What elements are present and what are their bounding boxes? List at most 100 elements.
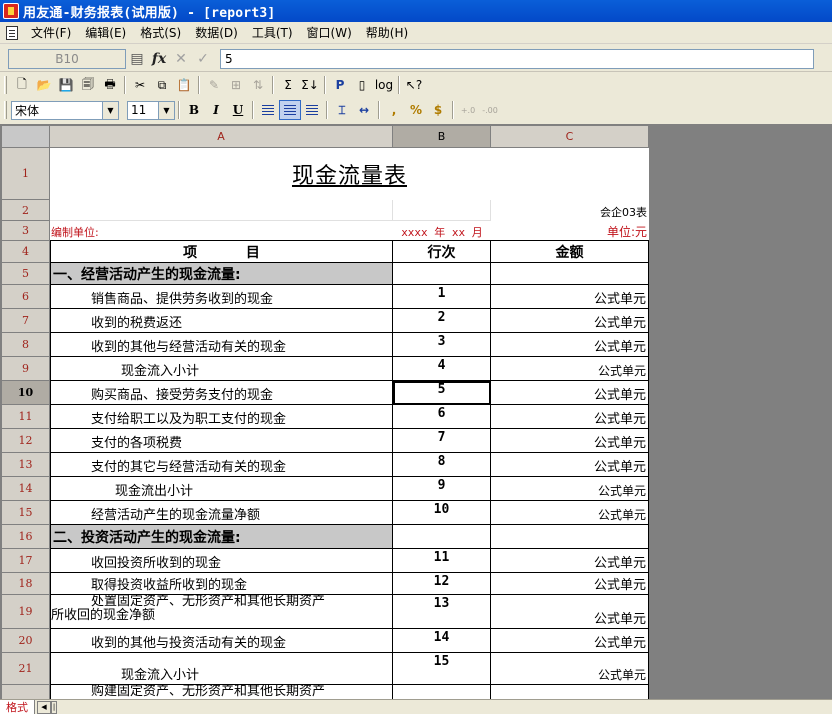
row-header[interactable]: 20	[2, 629, 50, 653]
property-icon[interactable]: P	[329, 75, 351, 95]
insert-icon[interactable]: ⊞	[225, 75, 247, 95]
item-label-cell[interactable]: 收回投资所收到的现金	[50, 549, 393, 573]
vertical-align-icon[interactable]: ⌶	[331, 100, 353, 120]
line-number-cell[interactable]	[393, 685, 491, 699]
menu-data[interactable]: 数据(D)	[188, 24, 245, 41]
item-label-cell[interactable]: 购建固定资产、无形资产和其他长期资产	[50, 685, 393, 699]
row-header[interactable]: 21	[2, 653, 50, 685]
print-preview-icon[interactable]: 🗐	[77, 75, 99, 95]
help-cursor-icon[interactable]: ↖?	[403, 75, 425, 95]
new-file-icon[interactable]: 🗋	[11, 75, 33, 95]
empty-cell[interactable]	[491, 263, 649, 285]
row-header[interactable]: 15	[2, 501, 50, 525]
menu-tools[interactable]: 工具(T)	[245, 24, 300, 41]
item-label-cell[interactable]: 现金流出小计	[50, 477, 393, 501]
menu-file[interactable]: 文件(F)	[24, 24, 78, 41]
amount-formula-cell[interactable]: 公式单元	[491, 549, 649, 573]
comma-style-icon[interactable]: ,	[383, 100, 405, 120]
paste-icon[interactable]: 📋	[173, 75, 195, 95]
confirm-edit-icon[interactable]: ✓	[192, 49, 214, 69]
line-number-cell[interactable]: 12	[393, 573, 491, 595]
line-number-cell[interactable]: 10	[393, 501, 491, 525]
font-size-select[interactable]: 11 ▼	[127, 100, 175, 120]
open-folder-icon[interactable]: 📂	[33, 75, 55, 95]
header-amount-cell[interactable]: 金额	[491, 241, 649, 263]
sort-icon[interactable]: ⇅	[247, 75, 269, 95]
cell-name-box[interactable]: B10	[8, 48, 126, 69]
column-header-b[interactable]: B	[393, 126, 491, 148]
unit-label-cell[interactable]: 编制单位:	[50, 221, 393, 241]
italic-button[interactable]: I	[205, 100, 227, 120]
header-line-cell[interactable]: 行次	[393, 241, 491, 263]
report-title[interactable]: 现金流量表	[50, 148, 649, 200]
amount-formula-cell[interactable]: 公式单元	[491, 357, 649, 381]
amount-formula-cell[interactable]: 公式单元	[491, 309, 649, 333]
document-icon[interactable]	[6, 25, 18, 40]
section-heading[interactable]: 二、投资活动产生的现金流量:	[50, 525, 393, 549]
item-label-cell[interactable]: 购买商品、接受劳务支付的现金	[50, 381, 393, 405]
line-number-cell[interactable]: 15	[393, 653, 491, 685]
item-label-cell[interactable]: 支付的其它与经营活动有关的现金	[50, 453, 393, 477]
line-number-cell[interactable]: 3	[393, 333, 491, 357]
period-cell[interactable]: xxxx 年 xx 月	[393, 221, 491, 241]
function-wizard-button[interactable]: fx	[148, 49, 170, 69]
item-label-cell[interactable]: 支付给职工以及为职工支付的现金	[50, 405, 393, 429]
active-line-cell[interactable]: 5	[393, 381, 491, 405]
menu-window[interactable]: 窗口(W)	[300, 24, 359, 41]
row-header[interactable]: 4	[2, 241, 50, 263]
horizontal-fit-icon[interactable]: ↔	[353, 100, 375, 120]
empty-cell[interactable]	[393, 525, 491, 549]
column-header-a[interactable]: A	[50, 126, 393, 148]
item-label-cell[interactable]: 收到的其他与经营活动有关的现金	[50, 333, 393, 357]
item-label-cell[interactable]: 经营活动产生的现金流量净额	[50, 501, 393, 525]
print-icon[interactable]: 🖶	[99, 75, 121, 95]
line-number-cell[interactable]: 2	[393, 309, 491, 333]
line-number-cell[interactable]: 4	[393, 357, 491, 381]
row-header[interactable]: 19	[2, 595, 50, 629]
column-header-c[interactable]: C	[491, 126, 649, 148]
log-icon[interactable]: log	[373, 75, 395, 95]
amount-formula-cell[interactable]: 公式单元	[491, 381, 649, 405]
save-icon[interactable]: 💾	[55, 75, 77, 95]
row-header[interactable]: 9	[2, 357, 50, 381]
empty-cell[interactable]	[393, 263, 491, 285]
row-header[interactable]: 7	[2, 309, 50, 333]
row-header[interactable]: 1	[2, 148, 50, 200]
amount-formula-cell[interactable]: 公式单元	[491, 405, 649, 429]
format-painter-icon[interactable]: ✎	[203, 75, 225, 95]
chevron-down-icon[interactable]: ▼	[158, 101, 174, 119]
toolbar-grip[interactable]	[4, 101, 7, 119]
line-number-cell[interactable]: 7	[393, 429, 491, 453]
font-select[interactable]: 宋体 ▼	[11, 100, 119, 120]
item-label-cell[interactable]: 处置固定资产、无形资产和其他长期资产 所收回的现金净额	[50, 595, 393, 629]
sum-range-icon[interactable]: Σ↓	[299, 75, 321, 95]
header-item-cell[interactable]: 项 目	[50, 241, 393, 263]
currency-style-icon[interactable]: $	[427, 100, 449, 120]
amount-formula-cell[interactable]: 公式单元	[491, 429, 649, 453]
sum-icon[interactable]: Σ	[277, 75, 299, 95]
bold-button[interactable]: B	[183, 100, 205, 120]
amount-formula-cell[interactable]	[491, 685, 649, 699]
row-header[interactable]	[2, 685, 50, 699]
item-label-cell[interactable]: 销售商品、提供劳务收到的现金	[50, 285, 393, 309]
item-label-cell[interactable]: 收到的其他与投资活动有关的现金	[50, 629, 393, 653]
line-number-cell[interactable]: 6	[393, 405, 491, 429]
line-number-cell[interactable]: 1	[393, 285, 491, 309]
empty-cell[interactable]	[491, 525, 649, 549]
item-label-cell[interactable]: 支付的各项税费	[50, 429, 393, 453]
row-header[interactable]: 17	[2, 549, 50, 573]
menu-edit[interactable]: 编辑(E)	[78, 24, 133, 41]
cancel-edit-icon[interactable]: ✕	[170, 49, 192, 69]
scroll-left-icon[interactable]: ◀	[37, 700, 51, 714]
amount-formula-cell[interactable]: 公式单元	[491, 653, 649, 685]
sheet-tab-format[interactable]: 格式	[0, 699, 35, 714]
row-header[interactable]: 8	[2, 333, 50, 357]
underline-button[interactable]: U	[227, 100, 249, 120]
row-header[interactable]: 11	[2, 405, 50, 429]
amount-formula-cell[interactable]: 公式单元	[491, 629, 649, 653]
menu-format[interactable]: 格式(S)	[133, 24, 188, 41]
menu-help[interactable]: 帮助(H)	[359, 24, 415, 41]
line-number-cell[interactable]: 9	[393, 477, 491, 501]
amount-formula-cell[interactable]: 公式单元	[491, 573, 649, 595]
row-header[interactable]: 18	[2, 573, 50, 595]
